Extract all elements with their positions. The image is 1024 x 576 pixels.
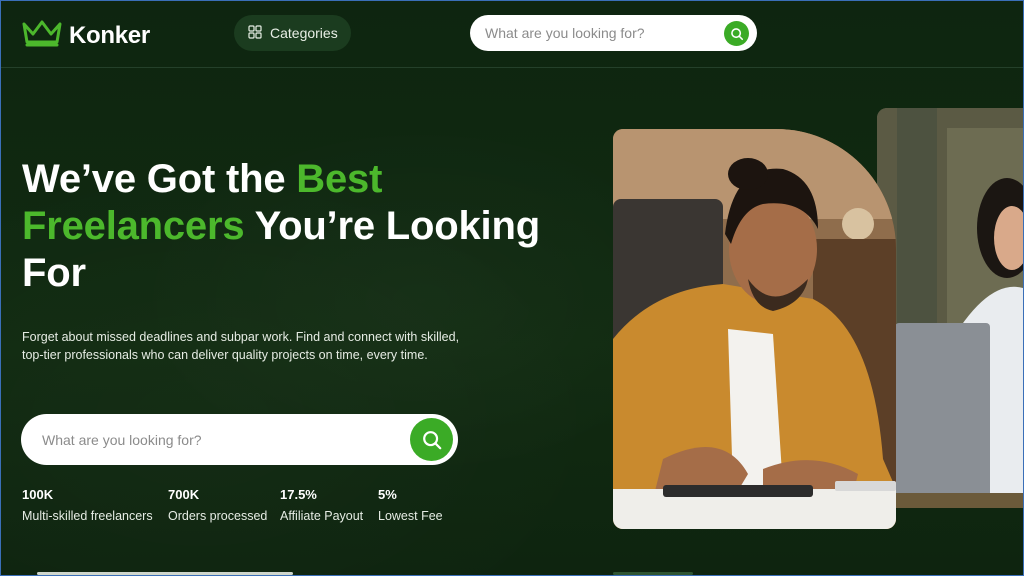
hero-title-accent-freelancers: Freelancers (22, 204, 245, 248)
header-search (470, 15, 757, 51)
stat-value: 700K (168, 487, 200, 502)
stat-label: Lowest Fee (378, 509, 443, 523)
stats-row: 100K Multi-skilled freelancers 700K Orde… (22, 487, 457, 523)
stat-value: 5% (378, 487, 397, 502)
hero-photo-main (613, 129, 896, 529)
categories-label: Categories (270, 25, 338, 41)
hero-search (21, 414, 458, 465)
hero-subtitle: Forget about missed deadlines and subpar… (22, 330, 460, 362)
categories-button[interactable]: Categories (234, 15, 351, 51)
search-icon (422, 430, 441, 449)
hero-photo-secondary (877, 108, 1023, 508)
logo[interactable]: Konker (21, 18, 150, 53)
stat-label: Orders processed (168, 509, 268, 523)
stat-label: Multi-skilled freelancers (22, 509, 153, 523)
scroll-indicator-secondary (613, 572, 693, 575)
hero-search-input[interactable] (42, 431, 402, 448)
hero-search-button[interactable] (410, 418, 453, 461)
stat-orders: 700K Orders processed (168, 487, 268, 523)
crown-icon (21, 18, 63, 53)
header-search-button[interactable] (724, 21, 749, 46)
hero-title-part1: We’ve Got the (22, 157, 297, 201)
header-search-input[interactable] (485, 25, 715, 41)
stat-fee: 5% Lowest Fee (378, 487, 443, 523)
grid-icon (248, 24, 270, 42)
brand-name: Konker (69, 21, 150, 49)
hero-title: We’ve Got the Best Freelancers You’re Loo… (22, 156, 602, 297)
hero-title-accent-best: Best (296, 157, 383, 201)
stat-value: 17.5% (280, 487, 317, 502)
stat-label: Affiliate Payout (280, 509, 364, 523)
search-icon (730, 27, 743, 40)
scroll-indicator (37, 572, 293, 575)
site-header: Konker Categories (1, 1, 1023, 68)
stat-value: 100K (22, 487, 54, 502)
stat-freelancers: 100K Multi-skilled freelancers (22, 487, 154, 523)
stat-affiliate: 17.5% Affiliate Payout (280, 487, 364, 523)
